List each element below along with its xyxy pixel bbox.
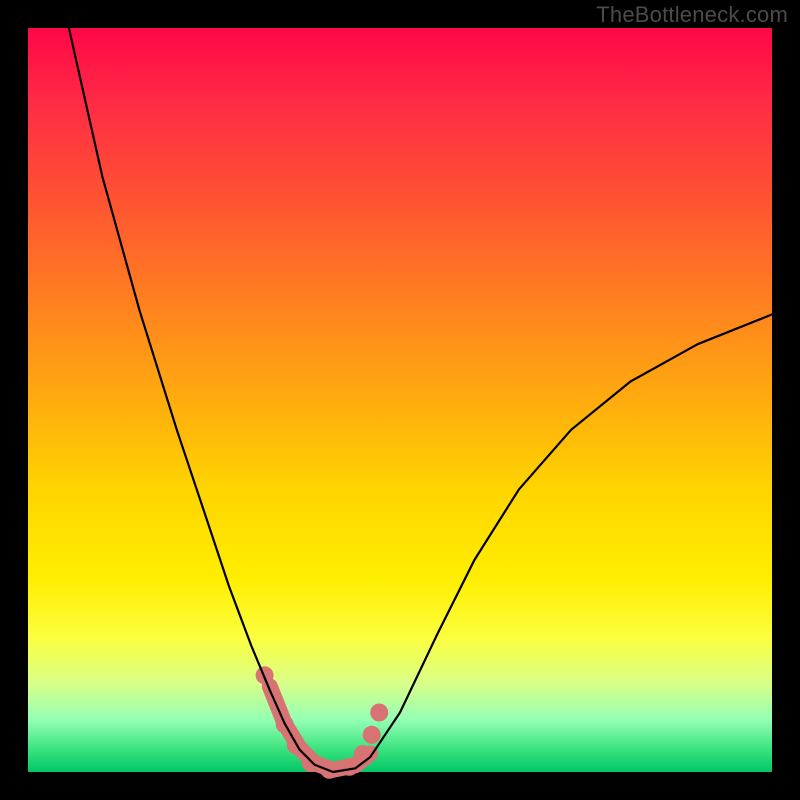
black-curve-group [69,28,772,772]
bead-8 [370,704,388,722]
chart-frame: TheBottleneck.com [0,0,800,800]
bead-7 [363,726,381,744]
bead-6 [354,745,372,763]
bead-3 [302,754,320,772]
black-curve-path [69,28,772,772]
chart-svg [28,28,772,772]
watermark-text: TheBottleneck.com [596,2,788,28]
plot-area [28,28,772,772]
